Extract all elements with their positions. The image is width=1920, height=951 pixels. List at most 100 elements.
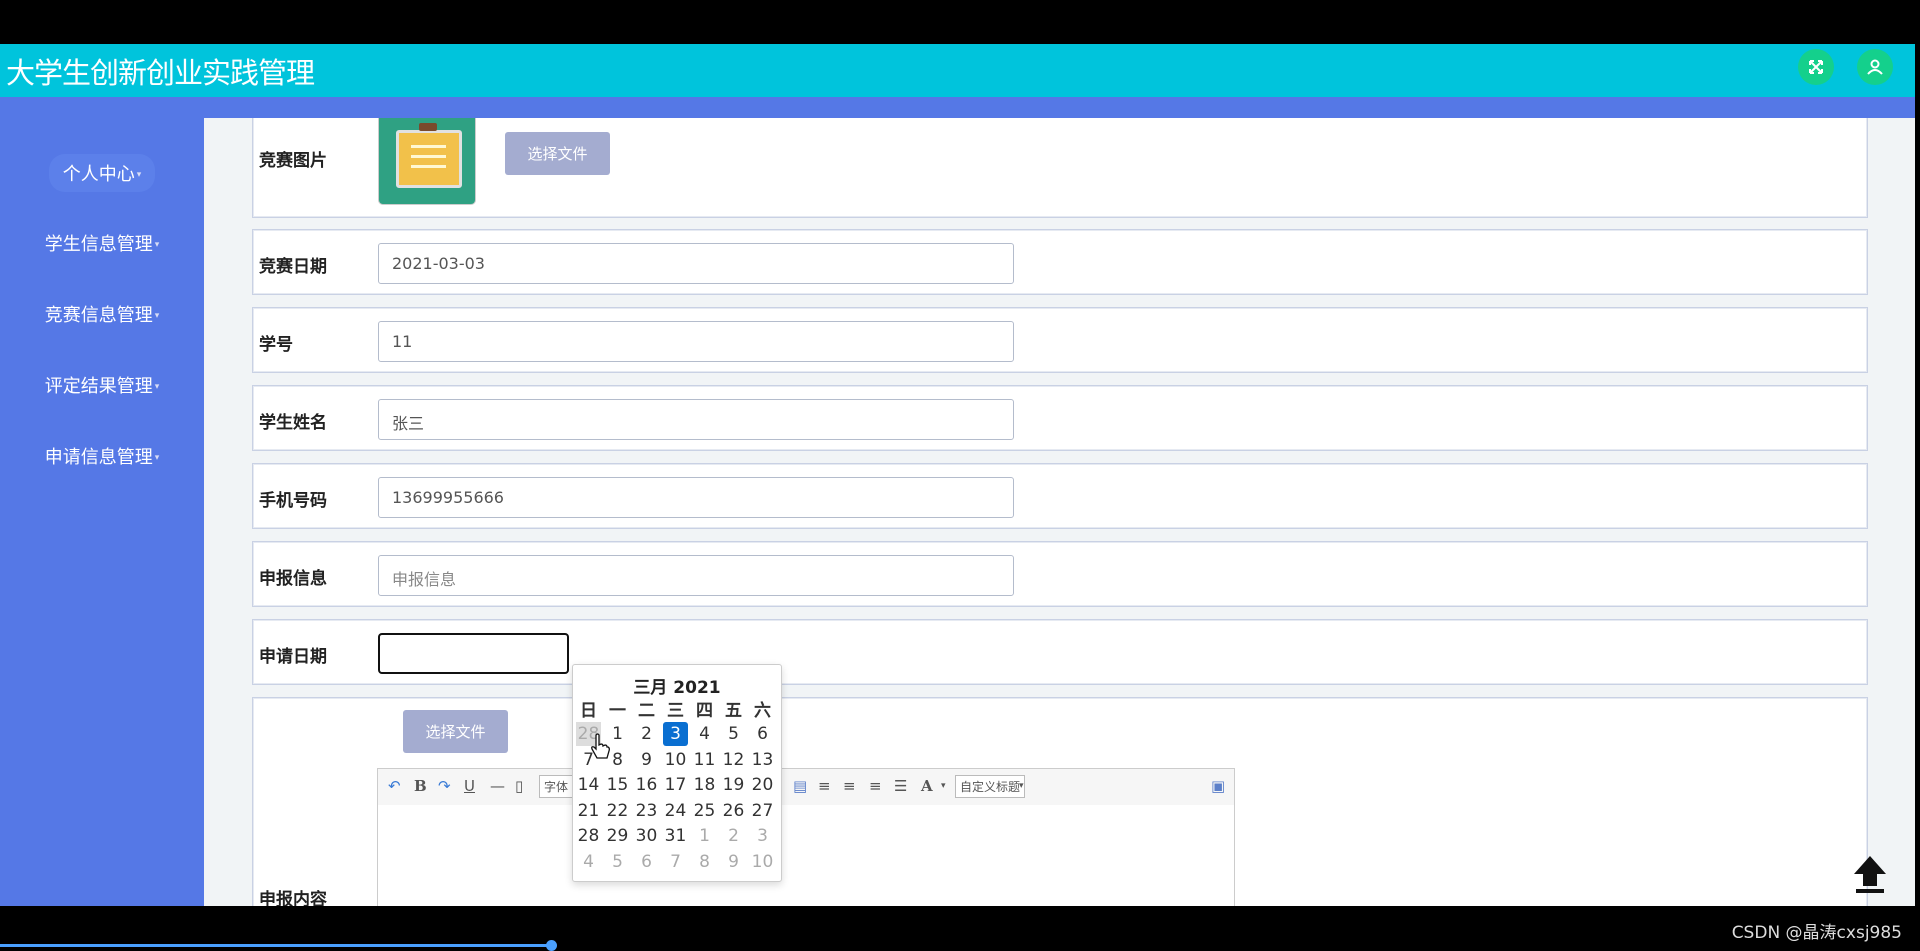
calendar-day[interactable]: 18 [690, 773, 719, 799]
calendar-day[interactable]: 19 [719, 773, 748, 799]
caret-down-icon: ▾ [154, 311, 160, 321]
weekday-header: 日 [580, 701, 597, 722]
custom-heading-select[interactable]: 自定义标题 [955, 775, 1026, 798]
video-progress-bar[interactable] [0, 944, 553, 947]
competition-date-row: 竞赛日期 2021-03-03 [252, 229, 1868, 295]
report-info-input[interactable]: 申报信息 [378, 555, 1014, 596]
apply-date-input[interactable] [378, 633, 569, 674]
calendar-day[interactable]: 14 [574, 773, 603, 799]
competition-date-input[interactable]: 2021-03-03 [378, 243, 1014, 284]
calendar-day[interactable]: 3 [748, 824, 777, 850]
calendar-day[interactable]: 15 [603, 773, 632, 799]
student-id-input[interactable]: 11 [378, 321, 1014, 362]
content-choose-file-button[interactable]: 选择文件 [403, 710, 508, 753]
align-left-icon[interactable]: ≡ [818, 777, 831, 795]
sidebar-item-personal-center[interactable]: 个人中心 ▾ [0, 154, 204, 192]
calendar-day[interactable]: 9 [719, 849, 748, 875]
calendar-day[interactable]: 30 [632, 824, 661, 850]
weekday-header: 三 [667, 701, 684, 722]
video-progress-handle[interactable] [546, 940, 557, 951]
align-center-icon[interactable]: ≡ [843, 777, 856, 795]
font-color-button[interactable]: A [921, 777, 933, 795]
sidebar-item-student-info[interactable]: 学生信息管理 ▾ [0, 230, 204, 256]
rich-text-editor-area[interactable] [377, 805, 1235, 907]
calendar-day[interactable]: 27 [748, 798, 777, 824]
calendar-day[interactable]: 25 [690, 798, 719, 824]
caret-down-icon: ▾ [1019, 781, 1024, 791]
calendar-day[interactable]: 26 [719, 798, 748, 824]
document-icon[interactable]: ▯ [515, 777, 523, 795]
weekday-header: 四 [696, 701, 713, 722]
calendar-day[interactable]: 10 [661, 747, 690, 773]
app-title: 大学生创新创业实践管理 [6, 56, 315, 90]
calendar-day[interactable]: 6 [748, 722, 777, 748]
calendar-day[interactable]: 12 [719, 747, 748, 773]
editor-toolbar: ↶ B ↷ U — ▯ 字体 ▤ ≡ ≡ ≡ ☰ A ▾ 自定义标题 ▾ ▣ [377, 768, 1235, 806]
back-to-top-icon[interactable] [1850, 852, 1890, 906]
calendar-day[interactable]: 7 [661, 849, 690, 875]
align-right-icon[interactable]: ≡ [869, 777, 882, 795]
calendar-day[interactable]: 20 [748, 773, 777, 799]
sidebar: 个人中心 ▾ 学生信息管理 ▾ 竞赛信息管理 ▾ 评定结果管理 ▾ 申请信息管理 ▾ [0, 118, 204, 906]
report-info-row: 申报信息 申报信息 [252, 541, 1868, 607]
choose-file-button[interactable]: 选择文件 [505, 132, 610, 175]
fullscreen-icon[interactable]: ▣ [1211, 777, 1225, 795]
calendar-day[interactable]: 4 [574, 849, 603, 875]
align-justify-icon[interactable]: ☰ [894, 777, 907, 795]
phone-input[interactable]: 13699955666 [378, 477, 1014, 518]
table-icon[interactable]: ▤ [793, 777, 807, 795]
caret-down-icon: ▾ [136, 170, 142, 180]
calendar-month-title[interactable]: 三月 2021 [573, 673, 781, 698]
calendar-day[interactable]: 8 [690, 849, 719, 875]
weekday-header: 一 [609, 701, 626, 722]
calendar-day[interactable]: 9 [632, 747, 661, 773]
calendar-day[interactable]: 1 [690, 824, 719, 850]
apply-date-row: 申请日期 [252, 619, 1868, 685]
horizontal-rule-icon[interactable]: — [490, 777, 505, 795]
calendar-day[interactable]: 31 [661, 824, 690, 850]
redo-icon[interactable]: ↷ [438, 777, 451, 795]
calendar-day[interactable]: 29 [603, 824, 632, 850]
calendar-day[interactable]: 13 [748, 747, 777, 773]
weekday-header: 六 [754, 701, 771, 722]
bold-button[interactable]: B [414, 777, 427, 795]
student-id-row: 学号 11 [252, 307, 1868, 373]
calendar-day[interactable]: 24 [661, 798, 690, 824]
calendar-day[interactable]: 22 [603, 798, 632, 824]
student-name-input[interactable]: 张三 [378, 399, 1014, 440]
calendar-day[interactable]: 6 [632, 849, 661, 875]
calendar-day[interactable]: 5 [719, 722, 748, 748]
clipboard-icon [396, 123, 462, 188]
calendar-day[interactable]: 16 [632, 773, 661, 799]
calendar-day[interactable]: 11 [690, 747, 719, 773]
calendar-day[interactable]: 17 [661, 773, 690, 799]
field-label: 学号 [259, 335, 293, 355]
underline-button[interactable]: U [464, 777, 475, 795]
expand-icon[interactable] [1798, 49, 1834, 85]
field-label: 手机号码 [259, 491, 327, 511]
caret-down-icon: ▾ [154, 240, 160, 250]
font-select[interactable]: 字体 [539, 775, 574, 798]
sidebar-item-evaluation-results[interactable]: 评定结果管理 ▾ [0, 372, 204, 398]
calendar-day[interactable]: 4 [690, 722, 719, 748]
video-bottom-bar: CSDN @晶涛cxsj985 [0, 906, 1920, 951]
field-label: 申报信息 [259, 569, 327, 589]
phone-row: 手机号码 13699955666 [252, 463, 1868, 529]
calendar-grid: 日 一 二 三 四 五 六 28 1 2 3 4 5 6 7 8 9 10 11… [574, 696, 777, 875]
calendar-day[interactable]: 2 [632, 722, 661, 748]
calendar-day-selected[interactable]: 3 [661, 722, 690, 748]
field-label: 申报内容 [259, 890, 327, 906]
date-picker-popup: 三月 2021 日 一 二 三 四 五 六 28 1 2 3 4 5 6 7 8… [572, 664, 782, 882]
calendar-day[interactable]: 23 [632, 798, 661, 824]
calendar-day[interactable]: 2 [719, 824, 748, 850]
calendar-day[interactable]: 10 [748, 849, 777, 875]
calendar-day[interactable]: 5 [603, 849, 632, 875]
user-icon[interactable] [1857, 49, 1893, 85]
sidebar-item-application-info[interactable]: 申请信息管理 ▾ [0, 443, 204, 469]
sidebar-item-label: 学生信息管理 [44, 234, 153, 255]
undo-icon[interactable]: ↶ [388, 777, 401, 795]
calendar-day[interactable]: 21 [574, 798, 603, 824]
sidebar-item-competition-info[interactable]: 竞赛信息管理 ▾ [0, 301, 204, 327]
sidebar-item-label: 评定结果管理 [44, 376, 153, 397]
calendar-day[interactable]: 28 [574, 824, 603, 850]
